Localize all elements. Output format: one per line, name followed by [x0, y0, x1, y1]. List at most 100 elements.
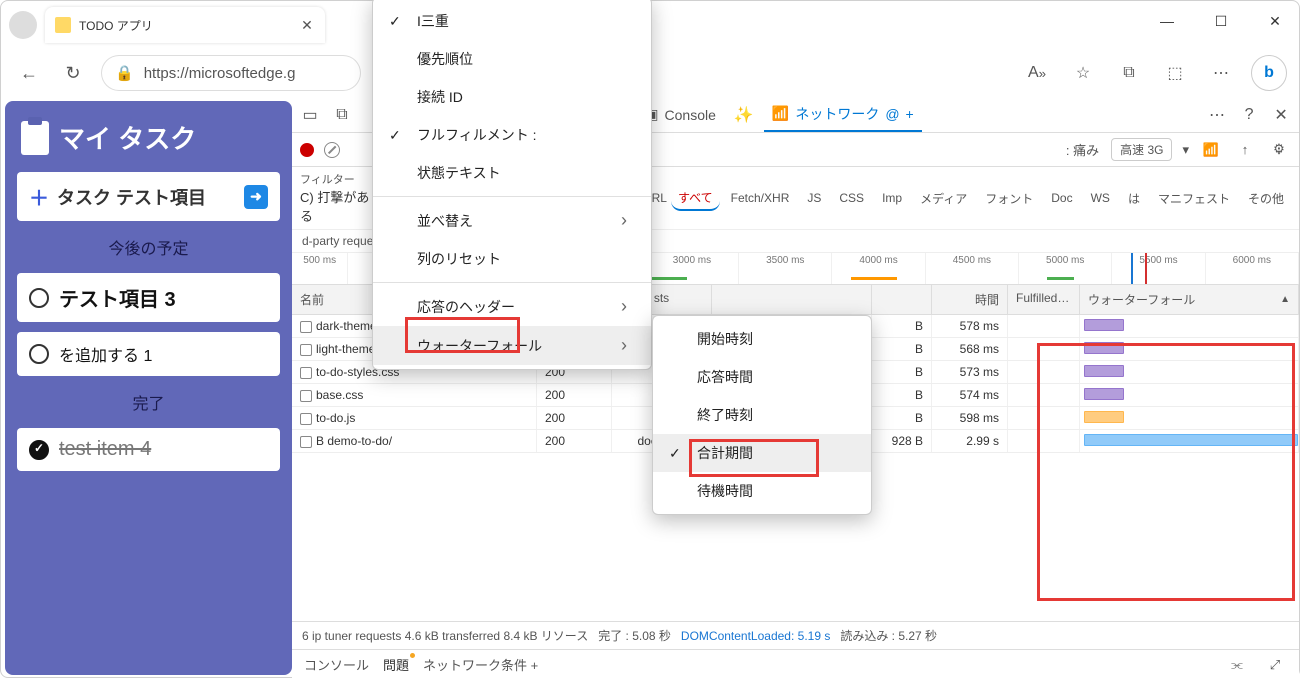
favorite-icon[interactable]: ☆: [1067, 57, 1099, 89]
checkbox-icon[interactable]: [29, 288, 49, 308]
col-size[interactable]: [872, 285, 932, 314]
lock-icon: 🔒: [115, 64, 134, 82]
file-icon: [300, 344, 312, 356]
close-button[interactable]: ✕: [1257, 7, 1293, 35]
menu-item[interactable]: I三重: [373, 2, 651, 40]
upload-icon[interactable]: ↑: [1233, 138, 1257, 162]
record-icon[interactable]: [300, 143, 314, 157]
status-dcl: DOMContentLoaded: 5.19 s: [681, 629, 830, 643]
task-item-done[interactable]: test item 4: [17, 428, 280, 471]
col-time[interactable]: 時間: [932, 285, 1008, 314]
filter-doc[interactable]: Doc: [1044, 188, 1079, 208]
tab-close-icon[interactable]: ✕: [299, 17, 315, 33]
status-finish: 完了 : 5.08 秒: [598, 627, 671, 644]
clipboard-icon: [21, 121, 49, 155]
close-devtools-icon[interactable]: ✕: [1269, 103, 1293, 127]
filter-wasm[interactable]: は: [1121, 187, 1147, 210]
read-aloud-icon[interactable]: A»: [1021, 57, 1053, 89]
chevron-down-icon[interactable]: ▾: [1182, 142, 1189, 158]
app-title: マイ タスク: [17, 113, 280, 162]
back-button[interactable]: ←: [13, 57, 45, 89]
help-icon[interactable]: ?: [1237, 103, 1261, 127]
profile-avatar[interactable]: [9, 11, 37, 39]
file-icon: [300, 413, 312, 425]
menu-item[interactable]: フルフィルメント :: [373, 116, 651, 154]
url-text: https://microsoftedge.g: [144, 65, 296, 82]
menu-item[interactable]: 接続 ID: [373, 78, 651, 116]
menu-response-headers[interactable]: 応答のヘッダー: [373, 287, 651, 326]
section-done: 完了: [17, 386, 280, 418]
drawer-expand-icon[interactable]: ⤢: [1263, 653, 1287, 677]
menu-item[interactable]: 状態テキスト: [373, 154, 651, 192]
filter-all[interactable]: すべて: [671, 186, 720, 211]
device-icon[interactable]: ⧉: [330, 103, 354, 127]
todo-app-pane: マイ タスク ＋ タスク テスト項目 ➜ 今後の予定 テスト項目 3 を追加する…: [5, 101, 292, 675]
collections-icon[interactable]: ⧉: [1113, 57, 1145, 89]
menu-response-time[interactable]: 応答時間: [653, 358, 871, 396]
address-bar[interactable]: 🔒 https://microsoftedge.g: [101, 55, 361, 91]
more-icon[interactable]: ⋯: [1205, 57, 1237, 89]
minimize-button[interactable]: —: [1149, 7, 1185, 35]
drawer-console[interactable]: コンソール: [304, 655, 369, 674]
wifi-settings-icon[interactable]: 📶: [1199, 138, 1223, 162]
filter-media[interactable]: メディア: [913, 187, 974, 210]
menu-item[interactable]: 優先順位: [373, 40, 651, 78]
file-icon: [300, 321, 312, 333]
throttle-select[interactable]: 高速 3G: [1111, 138, 1172, 161]
tab-title: TODO アプリ: [79, 17, 291, 34]
col-waterfall[interactable]: ウォーターフォール▲: [1080, 285, 1299, 314]
browser-tab[interactable]: TODO アプリ ✕: [45, 7, 325, 43]
filter-manifest[interactable]: マニフェスト: [1151, 187, 1237, 210]
checkbox-checked-icon[interactable]: [29, 440, 49, 460]
col-initiator[interactable]: [712, 285, 872, 314]
menu-reset-columns[interactable]: 列のリセット: [373, 240, 651, 278]
status-load: 読み込み : 5.27 秒: [840, 627, 937, 644]
filter-fetch[interactable]: Fetch/XHR: [724, 188, 797, 208]
checkbox-icon[interactable]: [29, 344, 49, 364]
drawer-tabs: コンソール 問題 ネットワーク条件 + ⫘ ⤢: [292, 649, 1299, 679]
more-tools-icon[interactable]: ⋯: [1205, 103, 1229, 127]
filter-other[interactable]: その他: [1241, 187, 1291, 210]
filter-css[interactable]: CSS: [832, 188, 871, 208]
inspect-icon[interactable]: ▭: [298, 103, 322, 127]
filter-js[interactable]: JS: [800, 188, 828, 208]
window-controls: — ☐ ✕: [1149, 7, 1293, 35]
reload-button[interactable]: ↻: [57, 57, 89, 89]
menu-end-time[interactable]: 終了時刻: [653, 396, 871, 434]
menu-start-time[interactable]: 開始時刻: [653, 320, 871, 358]
gear-icon[interactable]: ⚙: [1267, 137, 1291, 161]
task-item[interactable]: テスト項目 3: [17, 273, 280, 322]
task-label: を追加する 1: [59, 342, 152, 366]
column-context-menu[interactable]: I三重 優先順位 接続 ID フルフィルメント : 状態テキスト 並べ替え 列の…: [372, 0, 652, 370]
menu-sort[interactable]: 並べ替え: [373, 201, 651, 240]
lighthouse-icon[interactable]: ✨: [732, 103, 756, 127]
menu-latency[interactable]: 待機時間: [653, 472, 871, 510]
filter-img[interactable]: Imp: [875, 188, 909, 208]
drawer-network-conditions[interactable]: ネットワーク条件 +: [423, 655, 538, 674]
tab-network[interactable]: 📶ネットワーク @ +: [764, 98, 922, 132]
file-icon: [300, 436, 312, 448]
add-task-text: タスク テスト項目: [57, 184, 206, 210]
extensions-icon[interactable]: ⬚: [1159, 57, 1191, 89]
maximize-button[interactable]: ☐: [1203, 7, 1239, 35]
col-fulfilled[interactable]: Fulfilled…: [1008, 285, 1080, 314]
drawer-dock-icon[interactable]: ⫘: [1225, 653, 1249, 677]
menu-waterfall[interactable]: ウォーターフォール: [373, 326, 651, 365]
app-title-text: マイ タスク: [59, 119, 196, 156]
plus-icon: ＋: [29, 182, 49, 211]
network-status-bar: 6 ip tuner requests 4.6 kB transferred 8…: [292, 621, 1299, 649]
bing-icon[interactable]: b: [1251, 55, 1287, 91]
filter-label: フィルター: [300, 171, 380, 187]
section-upcoming: 今後の予定: [17, 231, 280, 263]
drawer-issues[interactable]: 問題: [383, 655, 409, 674]
status-summary: 6 ip tuner requests 4.6 kB transferred 8…: [302, 627, 588, 644]
submit-icon[interactable]: ➜: [244, 185, 268, 209]
waterfall-submenu[interactable]: 開始時刻 応答時間 終了時刻 合計期間 待機時間: [652, 315, 872, 515]
menu-total-duration[interactable]: 合計期間: [653, 434, 871, 472]
add-task-input[interactable]: ＋ タスク テスト項目 ➜: [17, 172, 280, 221]
filter-font[interactable]: フォント: [978, 187, 1040, 210]
filter-ws[interactable]: WS: [1084, 188, 1117, 208]
file-icon: [300, 390, 312, 402]
add-task-secondary[interactable]: を追加する 1: [17, 332, 280, 376]
clear-icon[interactable]: [324, 142, 340, 158]
